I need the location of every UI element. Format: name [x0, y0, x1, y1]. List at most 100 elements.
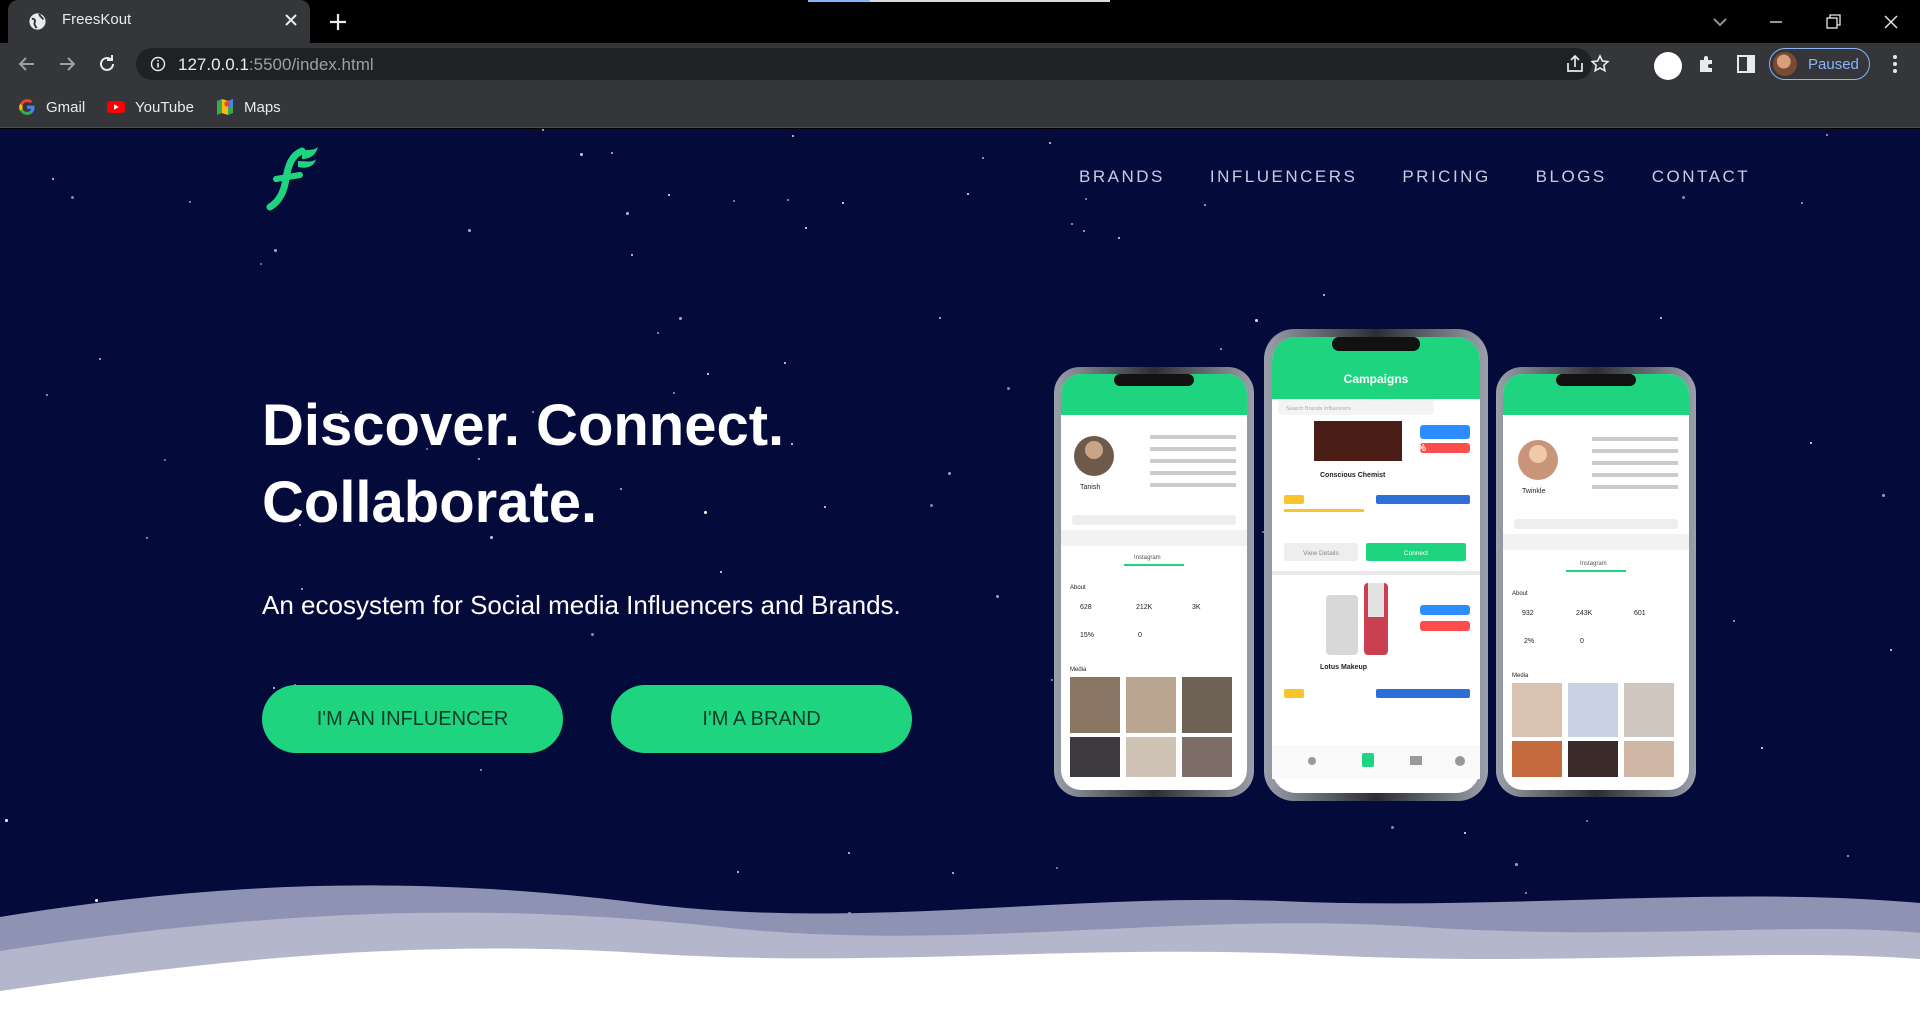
- star-dot: [591, 633, 594, 636]
- nav-contact[interactable]: CONTACT: [1652, 167, 1750, 187]
- star-dot: [164, 459, 166, 461]
- share-icon[interactable]: [1564, 53, 1586, 75]
- star-dot: [580, 153, 583, 156]
- star-dot: [657, 332, 659, 334]
- hero-title-line2: Collaborate.: [262, 470, 598, 535]
- restore-icon[interactable]: [1819, 8, 1847, 36]
- left-about-label: About: [1070, 585, 1086, 591]
- star-dot: [71, 196, 74, 199]
- star-dot: [1586, 820, 1588, 822]
- left-media-label: Media: [1070, 667, 1087, 673]
- brand-button[interactable]: I'M A BRAND: [611, 685, 912, 753]
- star-dot: [52, 178, 54, 180]
- menu-kebab-icon[interactable]: [1883, 52, 1907, 76]
- tab-search-icon[interactable]: [1706, 8, 1734, 36]
- campaign-score: 94%: [1406, 443, 1426, 454]
- bookmark-label: YouTube: [135, 98, 194, 116]
- left-phone: Tanish Instagram About 628 212K 3K 15% 0…: [1054, 367, 1254, 797]
- bookmark-star-icon[interactable]: [1589, 53, 1611, 75]
- right-stat: 0: [1580, 638, 1584, 645]
- star-dot: [99, 358, 101, 360]
- nav-pricing[interactable]: PRICING: [1402, 167, 1490, 187]
- profile-button[interactable]: Paused: [1769, 48, 1870, 80]
- left-stat: 3K: [1192, 604, 1201, 611]
- star-dot: [1882, 494, 1885, 497]
- right-instagram-tab: Instagram: [1580, 561, 1607, 567]
- nav-brands[interactable]: BRANDS: [1079, 167, 1165, 187]
- back-arrow-icon[interactable]: [15, 52, 39, 76]
- influencer-button[interactable]: I'M AN INFLUENCER: [262, 685, 563, 753]
- campaign-search: Search Brands Influencers: [1286, 406, 1351, 412]
- minimize-icon[interactable]: [1762, 8, 1790, 36]
- star-dot: [679, 317, 682, 320]
- loading-indicator: [808, 0, 1110, 2]
- star-dot: [1682, 196, 1685, 199]
- center-phone: Campaigns Search Brands Influencers 94% …: [1264, 329, 1488, 801]
- star-dot: [1890, 649, 1892, 651]
- star-dot: [46, 394, 48, 396]
- bookmark-label: Gmail: [46, 98, 86, 116]
- star-dot: [842, 202, 844, 204]
- star-dot: [626, 212, 629, 215]
- youtube-icon: [107, 101, 125, 113]
- bookmark-label: Maps: [244, 98, 281, 116]
- star-dot: [273, 687, 275, 689]
- left-stat: 15%: [1080, 632, 1094, 639]
- right-phone: Twinkle Instagram About 932 243K 601 2% …: [1496, 367, 1696, 797]
- left-stat: 0: [1138, 632, 1142, 639]
- main-nav: BRANDS INFLUENCERS PRICING BLOGS CONTACT: [1079, 167, 1795, 187]
- bottom-waves: [0, 885, 1920, 1030]
- url-text[interactable]: 127.0.0.1:5500/index.html: [178, 55, 374, 75]
- extension-circle-icon[interactable]: [1654, 52, 1682, 80]
- star-dot: [1007, 387, 1010, 390]
- tab-title: FreesKout: [62, 11, 132, 28]
- new-tab-icon[interactable]: [324, 8, 352, 36]
- star-dot: [631, 254, 633, 256]
- bookmark-maps[interactable]: Maps: [215, 96, 281, 118]
- star-dot: [996, 595, 999, 598]
- star-dot: [707, 373, 709, 375]
- freeskout-logo[interactable]: [262, 145, 322, 211]
- campaign-2-name: Lotus Makeup: [1320, 664, 1367, 671]
- campaigns-title: Campaigns: [1344, 372, 1409, 386]
- star-dot: [542, 129, 544, 131]
- star-dot: [720, 571, 722, 573]
- right-stat: 932: [1522, 610, 1534, 617]
- left-instagram-tab: Instagram: [1134, 555, 1161, 561]
- close-window-icon[interactable]: [1877, 8, 1905, 36]
- bookmark-gmail[interactable]: Gmail: [17, 96, 85, 118]
- close-tab-icon[interactable]: [279, 8, 303, 32]
- right-stat: 243K: [1576, 610, 1593, 617]
- star-dot: [1391, 826, 1394, 829]
- nav-influencers[interactable]: INFLUENCERS: [1210, 167, 1357, 187]
- site-info-icon[interactable]: [150, 56, 166, 72]
- side-panel-icon[interactable]: [1734, 52, 1758, 76]
- star-dot: [1071, 223, 1073, 225]
- star-dot: [1826, 134, 1828, 136]
- star-dot: [1801, 202, 1803, 204]
- extensions-puzzle-icon[interactable]: [1695, 52, 1719, 76]
- star-dot: [1464, 832, 1466, 834]
- star-dot: [468, 229, 471, 232]
- bookmark-youtube[interactable]: YouTube: [106, 96, 194, 118]
- star-dot: [1847, 855, 1849, 857]
- campaign-1-name: Conscious Chemist: [1320, 472, 1386, 479]
- view-details-button: View Details: [1303, 550, 1339, 557]
- browser-tab[interactable]: FreesKout: [8, 0, 310, 43]
- star-dot: [967, 193, 969, 195]
- star-dot: [939, 317, 941, 319]
- nav-blogs[interactable]: BLOGS: [1536, 167, 1607, 187]
- maps-icon: [217, 99, 233, 115]
- address-bar[interactable]: 127.0.0.1:5500/index.html: [136, 48, 1610, 80]
- star-dot: [146, 537, 148, 539]
- star-dot: [274, 249, 277, 252]
- star-dot: [1118, 237, 1120, 239]
- reload-icon[interactable]: [95, 52, 119, 76]
- browser-toolbar: 127.0.0.1:5500/index.html Paused: [0, 43, 1920, 85]
- tab-strip: FreesKout: [0, 0, 1920, 43]
- star-dot: [1810, 442, 1812, 444]
- forward-arrow-icon[interactable]: [55, 52, 79, 76]
- avatar: [1773, 52, 1797, 76]
- right-profile-name: Twinkle: [1522, 488, 1545, 495]
- right-media-label: Media: [1512, 673, 1529, 679]
